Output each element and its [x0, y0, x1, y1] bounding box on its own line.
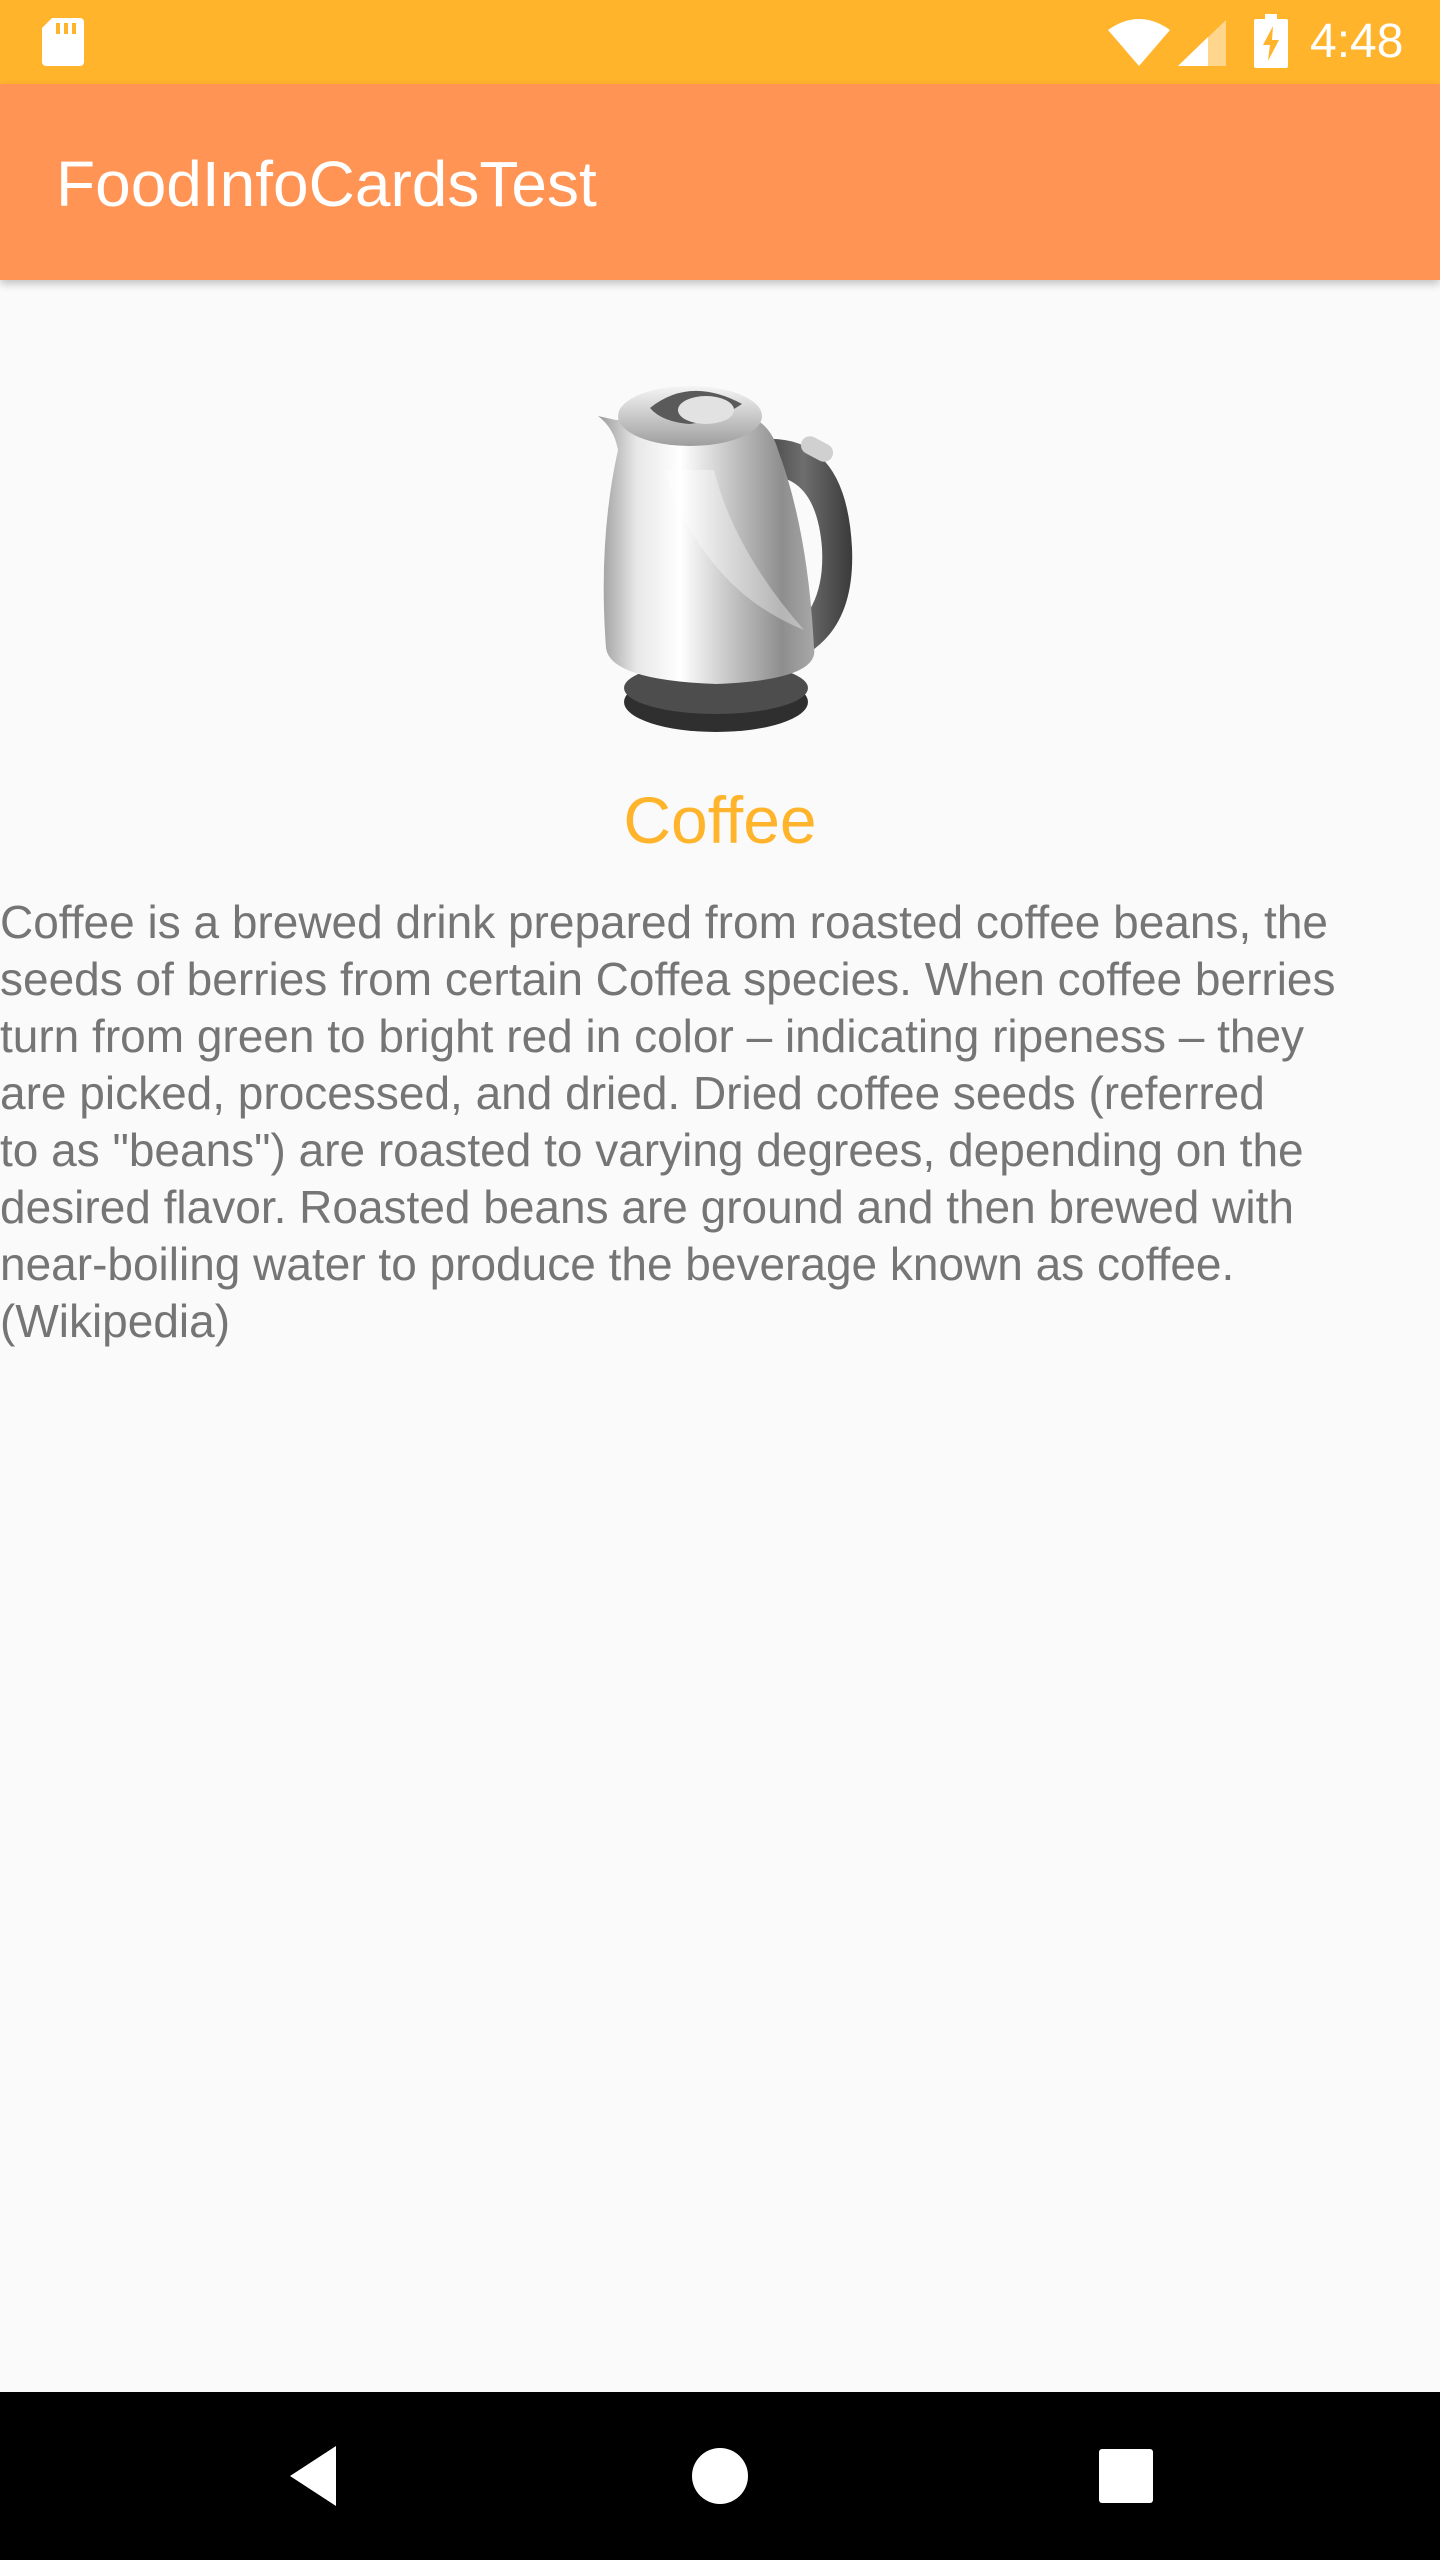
home-icon — [692, 2448, 748, 2504]
food-name: Coffee — [623, 783, 817, 857]
navigation-bar — [0, 2392, 1440, 2560]
status-bar: 4:48 — [0, 0, 1440, 84]
app-title: FoodInfoCardsTest — [56, 148, 597, 220]
back-icon — [290, 2446, 336, 2506]
wifi-icon — [1108, 19, 1170, 66]
recents-button[interactable] — [1086, 2436, 1166, 2516]
sd-card-icon — [42, 18, 84, 66]
kettle-icon — [598, 386, 853, 732]
back-button[interactable] — [276, 2436, 356, 2516]
status-time: 4:48 — [1310, 15, 1404, 68]
recents-icon — [1099, 2449, 1153, 2503]
home-button[interactable] — [680, 2436, 760, 2516]
battery-charging-icon — [1254, 14, 1288, 68]
food-description: Coffee is a brewed drink prepared from r… — [0, 896, 1336, 1347]
cell-signal-icon — [1178, 20, 1226, 66]
app-bar: FoodInfoCardsTest — [0, 84, 1440, 280]
